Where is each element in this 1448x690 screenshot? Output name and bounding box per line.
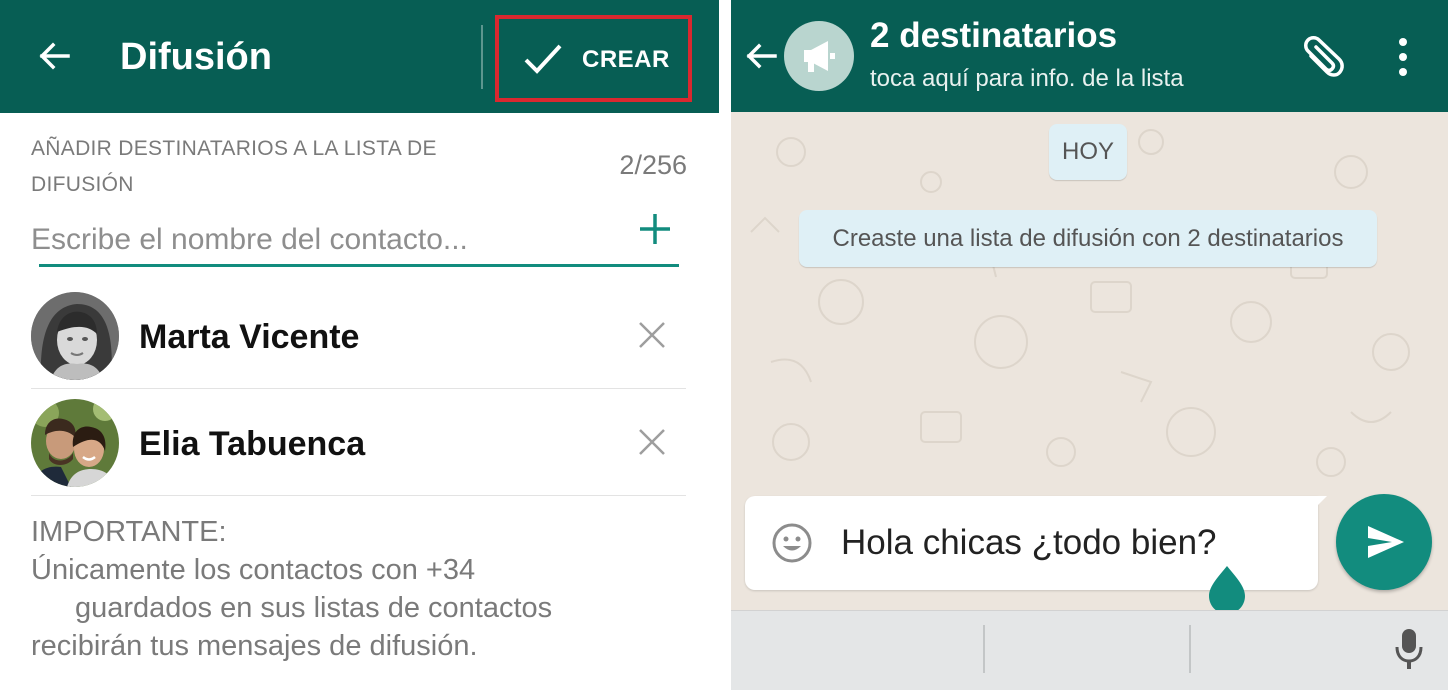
search-underline <box>39 264 679 267</box>
page-title: Difusión <box>120 36 272 78</box>
recipient-counter: 2/256 <box>619 150 687 180</box>
message-input[interactable] <box>841 518 1301 568</box>
text-cursor-handle[interactable] <box>1207 566 1247 614</box>
important-notice: IMPORTANTE: Únicamente los contactos con… <box>31 513 671 665</box>
contact-search-input[interactable] <box>31 218 621 262</box>
back-arrow-icon[interactable] <box>34 36 74 76</box>
keyboard-suggestion-bar <box>731 610 1448 690</box>
panel-separator <box>719 0 731 690</box>
megaphone-icon <box>804 41 835 72</box>
system-message: Creaste una lista de difusión con 2 dest… <box>799 210 1377 267</box>
app-bar: Difusión CREAR <box>0 0 719 113</box>
back-arrow-icon[interactable] <box>743 38 779 74</box>
contact-name: Elia Tabuenca <box>139 425 366 463</box>
composer-tail <box>1311 496 1327 512</box>
mic-icon[interactable] <box>1393 627 1425 671</box>
broadcast-create-screen: Difusión CREAR AÑADIR DESTINATARIOS A LA… <box>0 0 719 690</box>
notice-line: Únicamente los contactos con +34 <box>31 554 476 586</box>
close-icon[interactable] <box>637 320 667 350</box>
add-recipients-label: AÑADIR DESTINATARIOS A LA LISTA DE DIFUS… <box>31 137 437 196</box>
create-button-label: CREAR <box>582 46 670 73</box>
suggestion-divider <box>1189 625 1191 673</box>
check-icon <box>524 44 562 74</box>
more-vert-icon[interactable] <box>1391 37 1415 77</box>
broadcast-chat-screen: 2 destinatarios toca aquí para info. de … <box>731 0 1448 690</box>
send-button[interactable] <box>1336 494 1432 590</box>
send-icon <box>1368 526 1404 558</box>
broadcast-avatar[interactable] <box>784 21 854 91</box>
avatar <box>31 292 119 380</box>
contact-name: Marta Vicente <box>139 318 360 356</box>
contact-row: Marta Vicente <box>31 282 686 389</box>
suggestion-divider <box>983 625 985 673</box>
plus-icon[interactable] <box>636 210 674 248</box>
contact-row: Elia Tabuenca <box>31 389 686 496</box>
close-icon[interactable] <box>637 427 667 457</box>
screenshot: Difusión CREAR AÑADIR DESTINATARIOS A LA… <box>0 0 1448 690</box>
chat-subtitle[interactable]: toca aquí para info. de la lista <box>870 65 1184 93</box>
chat-title[interactable]: 2 destinatarios <box>870 16 1117 56</box>
notice-title: IMPORTANTE: <box>31 516 227 548</box>
avatar <box>31 399 119 487</box>
notice-line: recibirán tus mensajes de difusión. <box>31 630 478 662</box>
date-chip: HOY <box>1049 124 1127 180</box>
emoji-icon[interactable] <box>771 522 813 564</box>
paperclip-icon[interactable] <box>1297 34 1345 82</box>
notice-line: guardados en sus listas de contactos <box>75 592 553 624</box>
chat-app-bar: 2 destinatarios toca aquí para info. de … <box>731 0 1448 112</box>
create-button[interactable]: CREAR <box>495 15 692 102</box>
app-bar-divider <box>481 25 483 89</box>
